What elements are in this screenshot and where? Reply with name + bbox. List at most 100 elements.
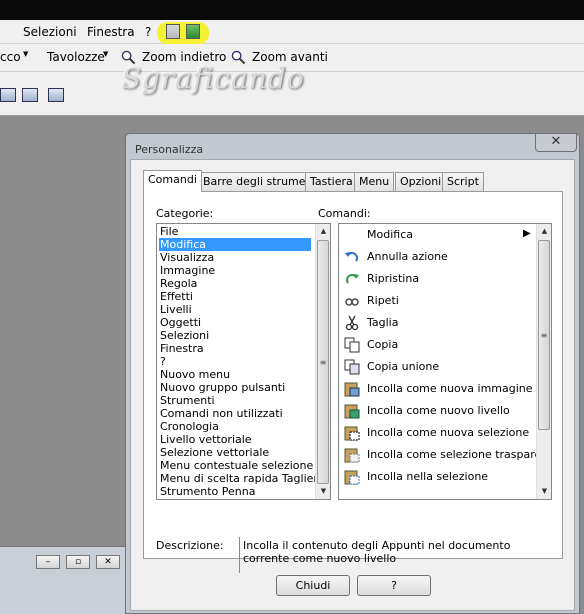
tab-panel-comandi: Categorie: Comandi: File Modifica Visualiz…: [143, 191, 563, 573]
categories-list[interactable]: File Modifica Visualizza Immagine Regola Effe…: [156, 223, 331, 500]
command-label: Taglia: [367, 316, 399, 329]
monitor-icon[interactable]: [48, 88, 64, 102]
close-icon[interactable]: ✕: [96, 555, 120, 569]
command-label: Incolla come nuovo livello: [367, 404, 510, 417]
commands-list[interactable]: Modifica Annulla azione Ripristina Ripeti Ta…: [338, 223, 552, 500]
category-item[interactable]: Strumenti: [159, 394, 215, 407]
restore-icon[interactable]: ▫: [66, 555, 90, 569]
chevron-down-icon[interactable]: ▼: [103, 50, 108, 58]
copy-merge-icon: [344, 359, 360, 375]
command-item[interactable]: Ripristina: [342, 268, 538, 290]
paste-layer-icon: [344, 404, 360, 419]
minimize-icon[interactable]: –: [36, 555, 60, 569]
category-item[interactable]: Nuovo menu: [159, 368, 230, 381]
category-item[interactable]: Menu di scelta rapida Taglierina: [159, 472, 330, 485]
category-item[interactable]: Nuovo gruppo pulsanti: [159, 381, 285, 394]
submenu-arrow-icon: ▶: [523, 228, 531, 239]
category-item[interactable]: ?: [159, 355, 166, 368]
dialog-client: Comandi Barre degli strumenti Tastiera M…: [130, 159, 575, 611]
scissors-icon: [345, 315, 359, 331]
toolbar-item-blocco[interactable]: cco: [0, 50, 21, 64]
customize-dialog: Personalizza ✕ Comandi Barre degli strum…: [125, 133, 580, 614]
description-label: Descrizione:: [156, 539, 224, 552]
command-item[interactable]: Incolla come nuovo livello: [342, 400, 538, 422]
scroll-up-icon[interactable]: ▲: [537, 224, 551, 239]
paste-selection-icon: [344, 426, 360, 441]
command-label: Incolla come nuova selezione: [367, 426, 530, 439]
repeat-icon: [345, 298, 359, 306]
dialog-close-button[interactable]: ✕: [535, 134, 577, 152]
category-item[interactable]: Visualizza: [159, 251, 214, 264]
category-item[interactable]: Modifica: [159, 238, 311, 251]
category-item[interactable]: Selezioni: [159, 329, 209, 342]
categories-label: Categorie:: [156, 207, 214, 220]
paste-icon[interactable]: [166, 24, 180, 39]
command-item[interactable]: Copia: [342, 334, 538, 356]
command-item[interactable]: Incolla come selezione trasparente: [342, 444, 551, 466]
redo-icon: [346, 274, 359, 284]
chevron-down-icon[interactable]: ▼: [23, 50, 28, 58]
menu-help[interactable]: ?: [145, 25, 151, 39]
tab-tastiera[interactable]: Tastiera: [305, 172, 358, 191]
copy-icon: [344, 337, 360, 353]
help-button[interactable]: ?: [357, 575, 431, 596]
command-label: Copia: [367, 338, 399, 351]
category-item[interactable]: Livello vettoriale: [159, 433, 252, 446]
command-label: Ripeti: [367, 294, 399, 307]
undo-icon: [345, 252, 358, 262]
import-icon[interactable]: [22, 88, 38, 102]
command-item[interactable]: Modifica: [342, 224, 538, 246]
category-item[interactable]: Finestra: [159, 342, 204, 355]
category-item[interactable]: Strumento Penna: [159, 485, 255, 498]
scroll-down-icon[interactable]: ▼: [316, 484, 330, 499]
paste-layer-icon[interactable]: [186, 24, 200, 39]
command-item[interactable]: Incolla come nuova immagine: [342, 378, 538, 400]
command-item[interactable]: Copia unione: [342, 356, 538, 378]
command-label: Modifica: [367, 228, 413, 241]
command-label: Incolla come selezione trasparente: [367, 448, 552, 461]
menu-finestra[interactable]: Finestra: [87, 25, 135, 39]
command-label: Annulla azione: [367, 250, 448, 263]
layers-icon[interactable]: [0, 88, 16, 102]
category-item[interactable]: Comandi non utilizzati: [159, 407, 283, 420]
command-item[interactable]: Incolla nella selezione: [342, 466, 538, 488]
category-item[interactable]: Regola: [159, 277, 197, 290]
scroll-down-icon[interactable]: ▼: [537, 484, 551, 499]
category-item[interactable]: File: [159, 225, 178, 238]
icon-highlight: [157, 22, 209, 44]
command-item[interactable]: Incolla come nuova selezione: [342, 422, 538, 444]
commands-scrollbar[interactable]: ▲ ≡ ▼: [536, 224, 551, 499]
category-item[interactable]: Menu contestuale selezione rast: [159, 459, 330, 472]
category-item[interactable]: Cronologia: [159, 420, 219, 433]
command-label: Ripristina: [367, 272, 420, 285]
command-label: Incolla come nuova immagine: [367, 382, 533, 395]
dialog-title: Personalizza: [135, 143, 204, 156]
paste-image-icon: [344, 382, 360, 397]
category-item[interactable]: Effetti: [159, 290, 193, 303]
toolbar-item-tavolozze[interactable]: Tavolozze: [47, 50, 105, 64]
command-label: Copia unione: [367, 360, 440, 373]
description-text: Incolla il contenuto degli Appunti nel d…: [239, 537, 539, 573]
menu-selezioni[interactable]: Selezioni: [23, 25, 77, 39]
categories-scrollbar[interactable]: ▲ ≡ ▼: [315, 224, 330, 499]
tab-comandi[interactable]: Comandi: [143, 170, 202, 192]
command-label: Incolla nella selezione: [367, 470, 489, 483]
category-item[interactable]: Oggetti: [159, 316, 201, 329]
close-button[interactable]: Chiudi: [276, 575, 350, 596]
scroll-thumb[interactable]: ≡: [317, 240, 329, 484]
tab-script[interactable]: Script: [442, 172, 484, 191]
tab-opzioni[interactable]: Opzioni: [395, 172, 447, 191]
category-item[interactable]: Selezione vettoriale: [159, 446, 269, 459]
watermark-logo: Sgraficando: [122, 62, 305, 95]
category-item[interactable]: Immagine: [159, 264, 215, 277]
commands-label: Comandi:: [318, 207, 371, 220]
command-item[interactable]: Annulla azione: [342, 246, 538, 268]
command-item[interactable]: Ripeti: [342, 290, 538, 312]
category-item[interactable]: Livelli: [159, 303, 192, 316]
command-item[interactable]: Taglia: [342, 312, 538, 334]
scroll-thumb[interactable]: ≡: [538, 240, 550, 430]
paste-transparent-icon: [344, 448, 360, 463]
scroll-up-icon[interactable]: ▲: [316, 224, 330, 239]
paste-into-icon: [344, 470, 360, 485]
tab-menu[interactable]: Menu: [354, 172, 395, 191]
